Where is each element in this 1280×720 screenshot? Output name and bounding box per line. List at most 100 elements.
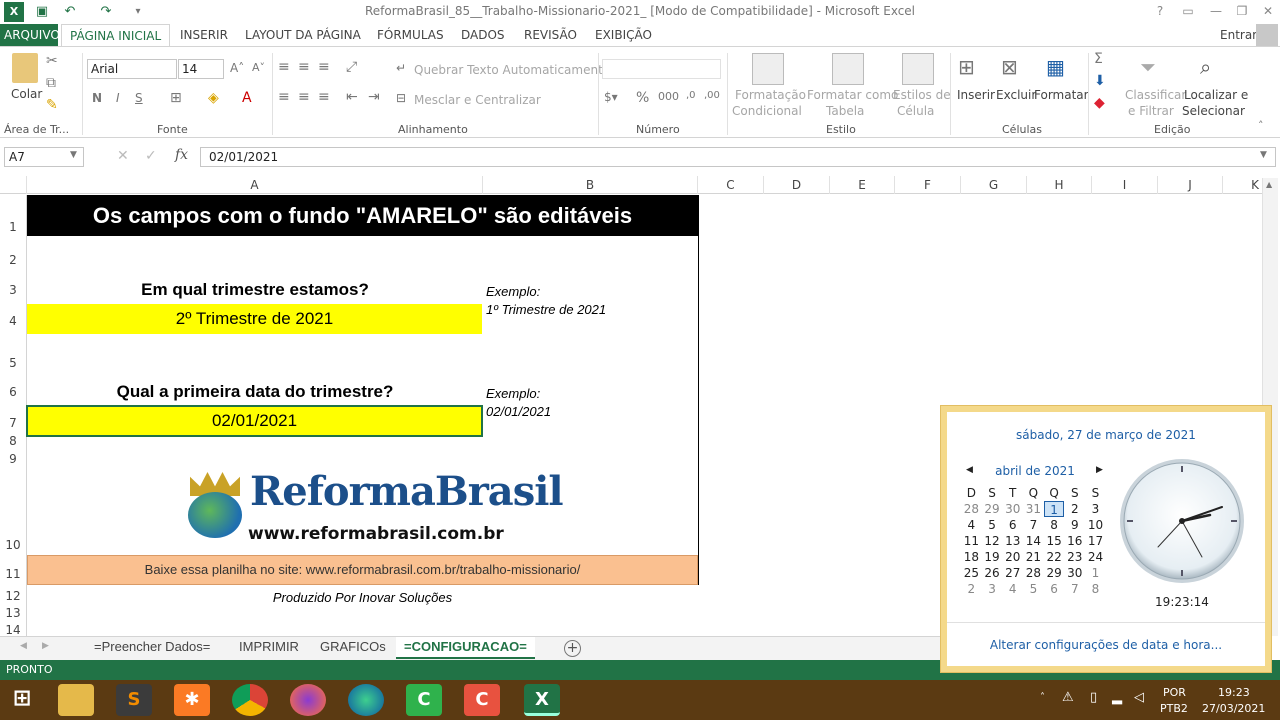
format-as-table-label-2[interactable]: Tabela bbox=[826, 104, 864, 118]
calendar-day[interactable]: 5 bbox=[1023, 581, 1044, 597]
calendar-day[interactable]: 15 bbox=[1044, 533, 1065, 549]
cut-icon[interactable]: ✂ bbox=[46, 53, 58, 69]
calendar-day[interactable]: 28 bbox=[961, 501, 982, 517]
next-sheet-icon[interactable]: ▶ bbox=[42, 641, 49, 651]
wrap-text-icon[interactable]: ↵ bbox=[396, 61, 406, 75]
borders-icon[interactable]: ⊞ bbox=[170, 90, 182, 106]
row-header[interactable]: 6 bbox=[0, 385, 26, 399]
calendar-day[interactable]: 25 bbox=[961, 565, 982, 581]
find-select-icon[interactable]: ⌕ bbox=[1200, 55, 1211, 79]
calendar-day[interactable]: 12 bbox=[982, 533, 1003, 549]
insert-function-button[interactable]: fx bbox=[175, 147, 188, 163]
font-color-icon[interactable]: A bbox=[242, 90, 252, 106]
ribbon-display-button[interactable]: ▭ bbox=[1174, 0, 1202, 24]
calendar-day[interactable]: 13 bbox=[1002, 533, 1023, 549]
calendar-day-selected[interactable]: 1 bbox=[1043, 501, 1065, 517]
row-header[interactable]: 3 bbox=[0, 283, 26, 297]
calendar-day[interactable]: 8 bbox=[1044, 517, 1065, 533]
align-center-icon[interactable]: ≡ bbox=[298, 89, 310, 105]
column-header[interactable]: F bbox=[895, 176, 961, 194]
calendar-day[interactable]: 29 bbox=[1044, 565, 1065, 581]
underline-button[interactable]: S bbox=[135, 91, 143, 105]
calendar-day[interactable]: 31 bbox=[1023, 501, 1044, 517]
font-size-select[interactable]: 14 bbox=[178, 59, 224, 79]
merge-center-button[interactable]: Mesclar e Centralizar bbox=[414, 93, 541, 107]
question-start-date[interactable]: Qual a primeira data do trimestre? bbox=[27, 382, 483, 402]
calendar-month-title[interactable]: abril de 2021 bbox=[995, 464, 1075, 478]
row-header[interactable]: 14 bbox=[0, 623, 26, 637]
calendar-day[interactable]: 8 bbox=[1085, 581, 1106, 597]
fill-icon[interactable]: ⬇ bbox=[1094, 73, 1106, 89]
conditional-formatting-label-1[interactable]: Formatação bbox=[735, 88, 806, 102]
row-header[interactable]: 9 bbox=[0, 452, 26, 466]
expand-formula-icon[interactable]: ▼ bbox=[1260, 150, 1267, 160]
orientation-icon[interactable]: ⤢ bbox=[346, 59, 357, 75]
calendar-day[interactable]: 30 bbox=[1002, 501, 1023, 517]
volume-icon[interactable]: ◁ bbox=[1134, 690, 1144, 705]
answer-quarter-cell[interactable]: 2º Trimestre de 2021 bbox=[27, 304, 482, 334]
calendar-day[interactable]: 7 bbox=[1064, 581, 1085, 597]
enter-icon[interactable]: ✓ bbox=[145, 148, 157, 164]
paste-icon[interactable] bbox=[12, 53, 38, 83]
calendar-day[interactable]: 3 bbox=[1085, 501, 1106, 517]
format-cells-icon[interactable]: ▦ bbox=[1046, 55, 1065, 79]
calendar-day[interactable]: 23 bbox=[1064, 549, 1085, 565]
calendar-day[interactable]: 24 bbox=[1085, 549, 1106, 565]
calendar-day[interactable]: 6 bbox=[1044, 581, 1065, 597]
column-header[interactable]: C bbox=[698, 176, 764, 194]
prev-sheet-icon[interactable]: ◀ bbox=[20, 641, 27, 651]
firefox-icon[interactable] bbox=[290, 684, 326, 716]
sort-filter-label-2[interactable]: e Filtrar bbox=[1128, 104, 1174, 118]
column-header[interactable]: H bbox=[1027, 176, 1092, 194]
row-header[interactable]: 12 bbox=[0, 589, 26, 603]
tab-formulas[interactable]: FÓRMULAS bbox=[369, 24, 452, 46]
minimize-button[interactable]: — bbox=[1202, 0, 1230, 24]
conditional-formatting-icon[interactable] bbox=[752, 53, 784, 85]
change-date-time-settings-link[interactable]: Alterar configurações de data e hora... bbox=[947, 638, 1265, 652]
battery-icon[interactable]: ▯ bbox=[1090, 690, 1097, 705]
calendar-day[interactable]: 3 bbox=[982, 581, 1003, 597]
align-middle-icon[interactable]: ≡ bbox=[298, 59, 310, 75]
calendar-day[interactable]: 21 bbox=[1023, 549, 1044, 565]
increase-decimal-icon[interactable]: ,0 bbox=[686, 90, 696, 101]
tab-insert[interactable]: INSERIR bbox=[172, 24, 236, 46]
tab-home[interactable]: PÁGINA INICIAL bbox=[61, 24, 171, 47]
format-as-table-label-1[interactable]: Formatar como bbox=[807, 88, 898, 102]
calendar-day[interactable]: 22 bbox=[1044, 549, 1065, 565]
question-quarter[interactable]: Em qual trimestre estamos? bbox=[27, 280, 483, 300]
row-header[interactable]: 8 bbox=[0, 434, 26, 448]
font-name-select[interactable]: Arial bbox=[87, 59, 177, 79]
row-header[interactable]: 13 bbox=[0, 606, 26, 620]
keyboard-layout[interactable]: PTB2 bbox=[1160, 702, 1188, 715]
column-header[interactable]: J bbox=[1158, 176, 1223, 194]
insert-cells-icon[interactable]: ⊞ bbox=[958, 55, 975, 79]
excel-taskbar-icon[interactable]: X bbox=[524, 684, 560, 716]
restore-button[interactable]: ❐ bbox=[1228, 0, 1256, 24]
calendar-day[interactable]: 28 bbox=[1023, 565, 1044, 581]
find-select-label-1[interactable]: Localizar e bbox=[1184, 88, 1248, 102]
calendar-day[interactable]: 7 bbox=[1023, 517, 1044, 533]
prev-month-icon[interactable]: ◀ bbox=[966, 465, 973, 475]
xampp-icon[interactable]: ✱ bbox=[174, 684, 210, 716]
cancel-icon[interactable]: ✕ bbox=[117, 148, 129, 164]
merge-center-icon[interactable]: ⊟ bbox=[396, 91, 406, 105]
column-header[interactable]: E bbox=[830, 176, 895, 194]
format-painter-icon[interactable]: ✎ bbox=[46, 97, 58, 113]
wrap-text-button[interactable]: Quebrar Texto Automaticamente bbox=[414, 63, 610, 77]
italic-button[interactable]: I bbox=[116, 91, 120, 105]
answer-start-date-cell[interactable]: 02/01/2021 bbox=[26, 405, 483, 437]
file-explorer-icon[interactable] bbox=[58, 684, 94, 716]
calendar-day[interactable]: 29 bbox=[982, 501, 1003, 517]
decrease-indent-icon[interactable]: ⇤ bbox=[346, 89, 358, 105]
autosum-icon[interactable]: Σ bbox=[1094, 51, 1103, 67]
decrease-font-icon[interactable]: A˅ bbox=[252, 61, 265, 74]
copy-icon[interactable]: ⧉ bbox=[46, 75, 56, 91]
calendar-day[interactable]: 18 bbox=[961, 549, 982, 565]
insert-cells-button[interactable]: Inserir bbox=[957, 88, 995, 102]
tray-time[interactable]: 19:23 bbox=[1218, 686, 1250, 699]
delete-cells-button[interactable]: Excluir bbox=[996, 88, 1036, 102]
calendar-day[interactable]: 14 bbox=[1023, 533, 1044, 549]
clear-icon[interactable]: ◆ bbox=[1094, 95, 1105, 111]
cell-styles-icon[interactable] bbox=[902, 53, 934, 85]
tab-page-layout[interactable]: LAYOUT DA PÁGINA bbox=[237, 24, 369, 46]
